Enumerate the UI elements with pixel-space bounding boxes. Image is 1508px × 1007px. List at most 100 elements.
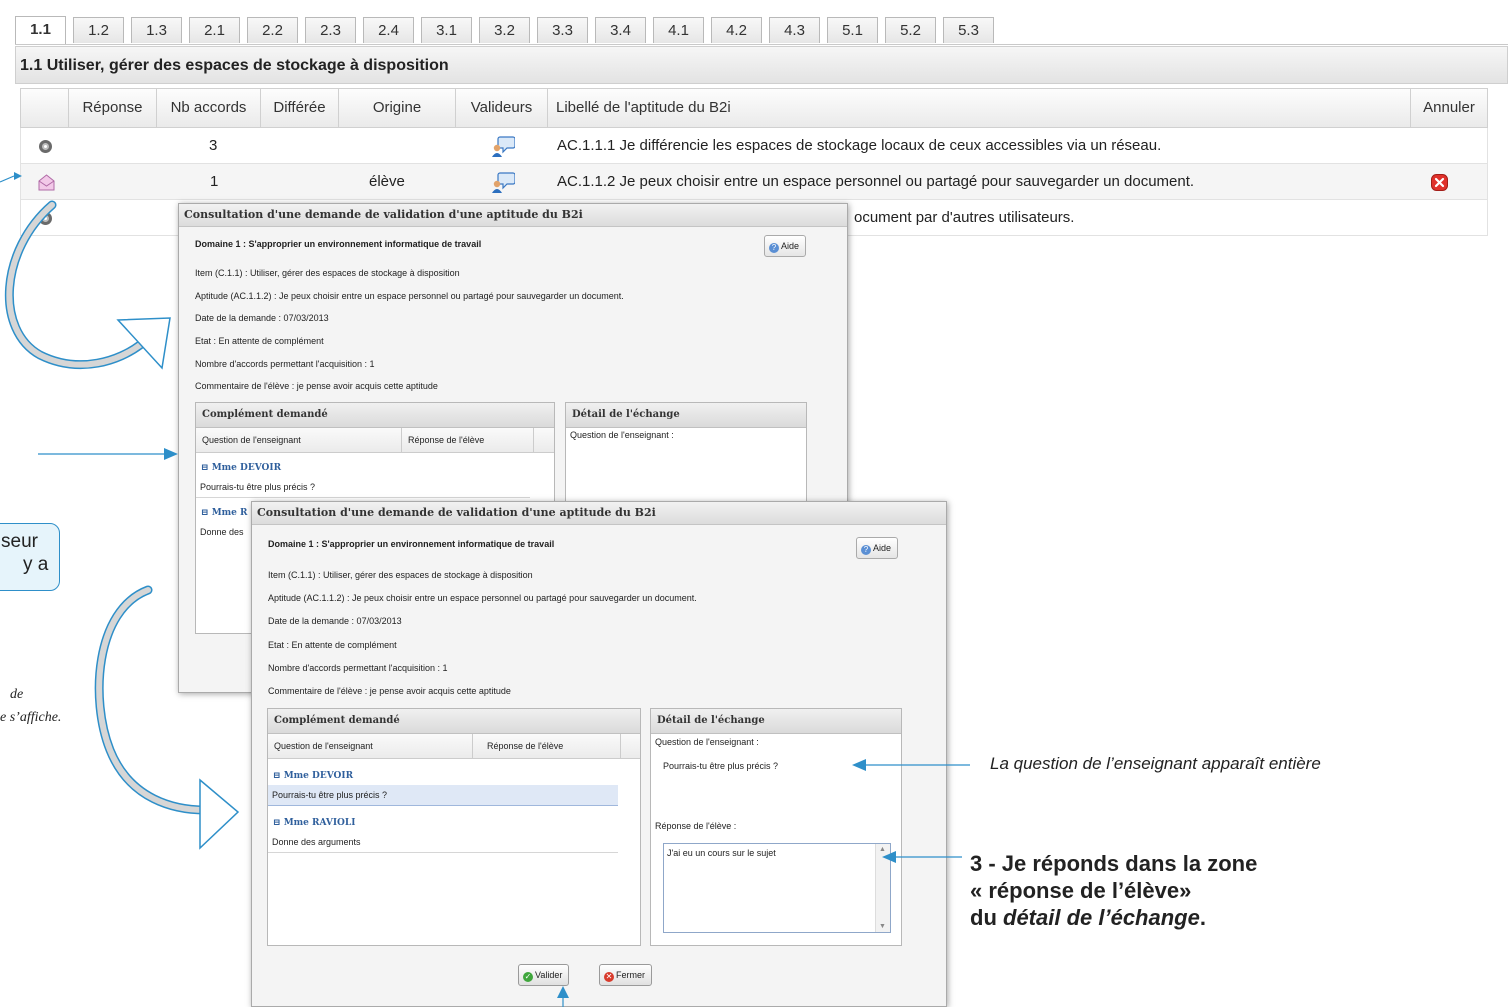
tab-4-3[interactable]: 4.3 <box>769 17 820 43</box>
collapse-icon[interactable]: ⊟ <box>273 771 281 781</box>
agreements-label: Nombre d'accords permettant l'acquisitio… <box>268 663 448 673</box>
aptitude-label: AC.1.1.1 Je différencie les espaces de s… <box>557 137 1162 154</box>
column-header: Question de l'enseignant Réponse de l'él… <box>268 734 640 759</box>
instruction-callout: seur y a <box>0 523 60 591</box>
collapse-icon[interactable]: ⊟ <box>201 463 209 473</box>
reponse-textarea[interactable]: J'ai eu un cours sur le sujet ▲ ▼ <box>663 843 891 933</box>
callout-line-1: seur <box>1 531 38 552</box>
help-label: Aide <box>781 241 800 251</box>
close-button[interactable]: ✕ Fermer <box>599 964 652 986</box>
header-nb-accords[interactable]: Nb accords <box>157 89 261 127</box>
tab-2-1[interactable]: 2.1 <box>189 17 240 43</box>
tab-1-3[interactable]: 1.3 <box>131 17 182 43</box>
col-question[interactable]: Question de l'enseignant <box>274 734 373 758</box>
scroll-up-icon[interactable]: ▲ <box>879 846 886 853</box>
tab-1-1[interactable]: 1.1 <box>15 16 66 44</box>
tab-3-3[interactable]: 3.3 <box>537 17 588 43</box>
header-valideurs[interactable]: Valideurs <box>456 89 548 127</box>
arrow-head-upper <box>116 317 171 370</box>
step-3-line-3: du détail de l’échange. <box>970 905 1206 930</box>
teacher-group[interactable]: ⊟ Mme DEVOIR <box>196 459 554 477</box>
header-blank <box>21 89 69 127</box>
tab-1-2[interactable]: 1.2 <box>73 17 124 43</box>
step-3-line-1: 3 - Je réponds dans la zone <box>970 851 1258 876</box>
nb-accords-cell: 3 <box>209 137 218 154</box>
collapse-icon[interactable]: ⊟ <box>273 818 281 828</box>
step-3-instruction: 3 - Je réponds dans la zone « réponse de… <box>970 850 1257 931</box>
collapse-icon[interactable]: ⊟ <box>201 508 209 518</box>
tab-2-3[interactable]: 2.3 <box>305 17 356 43</box>
close-icon: ✕ <box>604 972 614 982</box>
tab-5-1[interactable]: 5.1 <box>827 17 878 43</box>
col-question[interactable]: Question de l'enseignant <box>202 428 301 452</box>
validators-icon[interactable] <box>491 135 515 157</box>
question-row-selected[interactable]: Pourrais-tu être plus précis ? <box>268 785 618 806</box>
teacher-name: Mme DEVOIR <box>283 771 354 781</box>
origine-cell: élève <box>369 173 405 190</box>
reponse-value: J'ai eu un cours sur le sujet <box>667 848 776 858</box>
question-row[interactable]: Donne des arguments <box>268 832 618 853</box>
status-label: Etat : En attente de complément <box>268 640 397 650</box>
item-label: Item (C.1.1) : Utiliser, gérer des espac… <box>195 268 460 278</box>
validators-icon[interactable] <box>491 171 515 193</box>
student-comment: Commentaire de l'élève : je pense avoir … <box>195 381 438 391</box>
aptitude-label: ocument par d'autres utilisateurs. <box>854 209 1075 226</box>
teacher-name: Mme RAVIOLI <box>283 818 356 828</box>
teacher-group[interactable]: ⊟ Mme RAVIOLI <box>268 814 640 832</box>
table-row[interactable]: 3 AC.1.1.1 Je différencie les espaces de… <box>20 128 1488 164</box>
help-button[interactable]: ? Aide <box>764 235 807 257</box>
detail-reponse-label: Réponse de l'élève : <box>655 821 737 831</box>
detail-question-label: Question de l'enseignant : <box>655 737 759 747</box>
teacher-name: Mme R <box>211 508 248 518</box>
nb-accords-cell: 1 <box>210 173 219 190</box>
check-icon: ✓ <box>523 972 533 982</box>
validate-button[interactable]: ✓ Valider <box>518 964 570 986</box>
tab-3-4[interactable]: 3.4 <box>595 17 646 43</box>
cancel-icon[interactable] <box>1431 174 1448 191</box>
table-header: Réponse Nb accords Différée Origine Vali… <box>20 88 1488 128</box>
validation-dialog: Consultation d'une demande de validation… <box>251 501 947 1007</box>
scroll-down-icon[interactable]: ▼ <box>879 923 886 930</box>
tab-2-4[interactable]: 2.4 <box>363 17 414 43</box>
header-annuler[interactable]: Annuler <box>1411 89 1487 127</box>
tab-3-1[interactable]: 3.1 <box>421 17 472 43</box>
step-3-line-2: « réponse de l’élève» <box>970 878 1192 903</box>
header-origine[interactable]: Origine <box>339 89 456 127</box>
section-title: 1.1 Utiliser, gérer des espaces de stock… <box>15 46 1508 84</box>
table-row[interactable]: 1 élève AC.1.1.2 Je peux choisir entre u… <box>20 164 1488 200</box>
arrow-line <box>0 175 15 183</box>
header-reponse[interactable]: Réponse <box>69 89 157 127</box>
domain-label: Domaine 1 : S'approprier un environnemen… <box>268 539 555 549</box>
header-differee[interactable]: Différée <box>261 89 339 127</box>
arrow-head-lower <box>199 778 240 850</box>
exchange-detail-panel: Détail de l'échange Question de l'enseig… <box>650 708 902 946</box>
teacher-group[interactable]: ⊟ Mme DEVOIR <box>268 767 640 785</box>
note-line-2: e s’affiche. <box>0 710 62 725</box>
student-comment: Commentaire de l'élève : je pense avoir … <box>268 686 511 696</box>
tab-5-2[interactable]: 5.2 <box>885 17 936 43</box>
request-date: Date de la demande : 07/03/2013 <box>268 616 402 626</box>
question-row[interactable]: Pourrais-tu être plus précis ? <box>196 477 530 498</box>
callout-line-2: y a <box>23 554 49 575</box>
detail-question-label: Question de l'enseignant : <box>570 430 674 440</box>
help-icon: ? <box>861 545 871 555</box>
tab-3-2[interactable]: 3.2 <box>479 17 530 43</box>
domain-label: Domaine 1 : S'approprier un environnemen… <box>195 239 482 249</box>
column-header: Question de l'enseignant Réponse de l'él… <box>196 428 554 453</box>
tab-5-3[interactable]: 5.3 <box>943 17 994 43</box>
col-reponse[interactable]: Réponse de l'élève <box>401 428 484 452</box>
tab-4-1[interactable]: 4.1 <box>653 17 704 43</box>
textarea-scrollbar[interactable]: ▲ ▼ <box>875 844 890 932</box>
col-reponse[interactable]: Réponse de l'élève <box>472 734 563 758</box>
aptitude-detail: Aptitude (AC.1.1.2) : Je peux choisir en… <box>195 291 624 301</box>
panel-title: Détail de l'échange <box>651 709 901 734</box>
tab-4-2[interactable]: 4.2 <box>711 17 762 43</box>
detail-question-text: Pourrais-tu être plus précis ? <box>663 761 779 771</box>
teacher-name: Mme DEVOIR <box>211 463 282 473</box>
header-libelle[interactable]: Libellé de l'aptitude du B2i <box>548 89 1411 127</box>
aptitude-detail: Aptitude (AC.1.1.2) : Je peux choisir en… <box>268 593 697 603</box>
request-date: Date de la demande : 07/03/2013 <box>195 313 329 323</box>
dialog-title: Consultation d'une demande de validation… <box>179 204 847 227</box>
help-button[interactable]: ? Aide <box>856 537 899 559</box>
tab-2-2[interactable]: 2.2 <box>247 17 298 43</box>
